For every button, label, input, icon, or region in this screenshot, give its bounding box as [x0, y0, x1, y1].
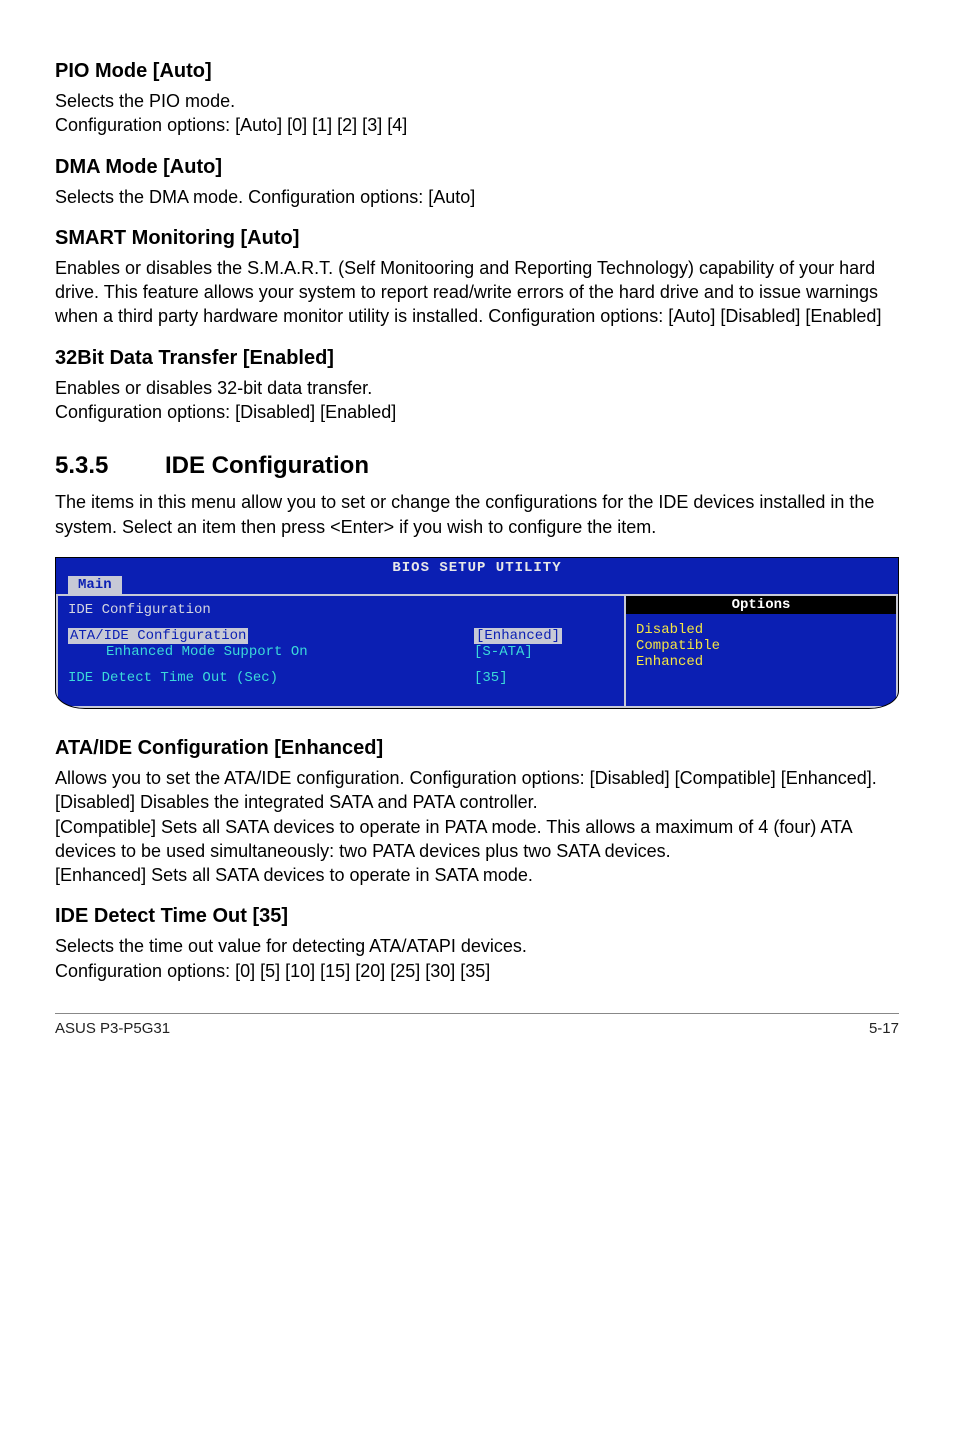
paragraph: The items in this menu allow you to set …	[55, 490, 899, 539]
text-line: Selects the PIO mode.	[55, 91, 235, 111]
paragraph: Selects the time out value for detecting…	[55, 934, 899, 983]
bios-label: IDE Detect Time Out (Sec)	[68, 670, 474, 686]
bios-value: [Enhanced]	[474, 628, 562, 644]
bios-label: ATA/IDE Configuration	[68, 628, 248, 644]
footer-product: ASUS P3-P5G31	[55, 1020, 170, 1037]
text-line: Configuration options: [Auto] [0] [1] [2…	[55, 115, 407, 135]
bios-value: [S-ATA]	[474, 644, 614, 660]
bios-tab-main[interactable]: Main	[68, 576, 122, 594]
heading-pio-mode: PIO Mode [Auto]	[55, 60, 899, 83]
section-heading-ide-configuration: 5.3.5IDE Configuration	[55, 452, 899, 480]
heading-32bit-transfer: 32Bit Data Transfer [Enabled]	[55, 347, 899, 370]
bios-row-ata-ide-config[interactable]: ATA/IDE Configuration [Enhanced]	[68, 628, 614, 644]
text-line: Configuration options: [Disabled] [Enabl…	[55, 402, 396, 422]
bios-title: BIOS SETUP UTILITY	[56, 558, 898, 576]
bios-left-panel: IDE Configuration ATA/IDE Configuration …	[56, 596, 626, 708]
paragraph: [Compatible] Sets all SATA devices to op…	[55, 815, 899, 864]
text-line: Configuration options: [0] [5] [10] [15]…	[55, 961, 490, 981]
paragraph: [Enhanced] Sets all SATA devices to oper…	[55, 863, 899, 887]
paragraph: [Disabled] Disables the integrated SATA …	[55, 790, 899, 814]
bios-option-compatible[interactable]: Compatible	[636, 638, 886, 654]
bios-options-header: Options	[626, 596, 896, 614]
bios-tab-row: Main	[56, 576, 898, 594]
bios-option-enhanced[interactable]: Enhanced	[636, 654, 886, 670]
bios-option-disabled[interactable]: Disabled	[636, 622, 886, 638]
heading-smart-monitoring: SMART Monitoring [Auto]	[55, 227, 899, 250]
text-line: Enables or disables 32-bit data transfer…	[55, 378, 372, 398]
heading-dma-mode: DMA Mode [Auto]	[55, 156, 899, 179]
bios-row-enhanced-mode-support[interactable]: Enhanced Mode Support On [S-ATA]	[68, 644, 614, 660]
paragraph: Enables or disables the S.M.A.R.T. (Self…	[55, 256, 899, 329]
page-content: PIO Mode [Auto] Selects the PIO mode. Co…	[0, 0, 954, 1067]
bios-setup-utility-box: BIOS SETUP UTILITY Main IDE Configuratio…	[55, 557, 899, 709]
section-number: 5.3.5	[55, 452, 165, 480]
paragraph: Selects the PIO mode. Configuration opti…	[55, 89, 899, 138]
footer-page-number: 5-17	[869, 1020, 899, 1037]
bios-value: [35]	[474, 670, 614, 686]
paragraph: Allows you to set the ATA/IDE configurat…	[55, 766, 899, 790]
paragraph: Selects the DMA mode. Configuration opti…	[55, 185, 899, 209]
section-title: IDE Configuration	[165, 452, 369, 479]
heading-ata-ide-configuration: ATA/IDE Configuration [Enhanced]	[55, 737, 899, 760]
bios-left-header: IDE Configuration	[68, 602, 614, 618]
bios-row-ide-detect-timeout[interactable]: IDE Detect Time Out (Sec) [35]	[68, 670, 614, 686]
spacer	[68, 660, 614, 670]
paragraph: Enables or disables 32-bit data transfer…	[55, 376, 899, 425]
text-line: Selects the time out value for detecting…	[55, 936, 527, 956]
bios-body: IDE Configuration ATA/IDE Configuration …	[56, 594, 898, 708]
bios-right-panel: Options Disabled Compatible Enhanced	[626, 596, 898, 708]
heading-ide-detect-timeout: IDE Detect Time Out [35]	[55, 905, 899, 928]
bios-label: Enhanced Mode Support On	[68, 644, 474, 660]
page-footer: ASUS P3-P5G31 5-17	[55, 1013, 899, 1037]
